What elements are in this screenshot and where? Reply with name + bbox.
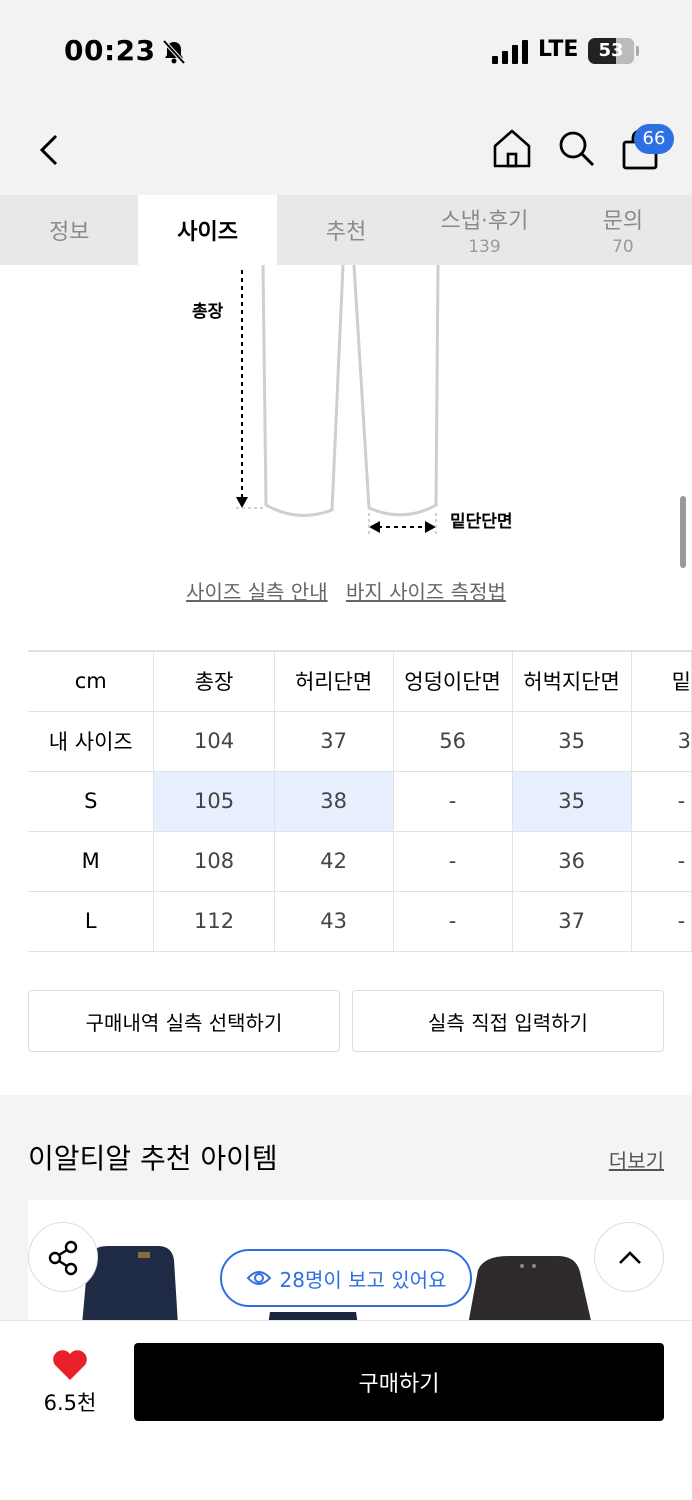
table-cell: 38 <box>274 771 394 832</box>
tab-size[interactable]: 사이즈 <box>138 195 277 265</box>
tab-inquiry[interactable]: 문의 70 <box>554 195 692 265</box>
table-header: cm <box>28 650 155 712</box>
tab-label: 정보 <box>48 220 90 245</box>
table-row: S 105 38 - 35 - <box>28 771 692 832</box>
tab-bar: 정보 사이즈 추천 스냅·후기 139 문의 70 <box>0 195 692 265</box>
table-cell: 56 <box>393 711 513 772</box>
pants-outline: 총장 밑단단면 <box>192 264 513 537</box>
buy-button[interactable]: 구매하기 <box>134 1343 664 1421</box>
measure-guide-link[interactable]: 바지 사이즈 측정법 <box>346 580 506 604</box>
table-cell: 3 <box>631 711 692 772</box>
table-row: L 112 43 - 37 - <box>28 891 692 952</box>
table-cell: 36 <box>512 831 632 892</box>
table-row: M 108 42 - 36 - <box>28 831 692 892</box>
actual-size-guide-link[interactable]: 사이즈 실측 안내 <box>186 580 328 604</box>
select-purchase-measurement-button[interactable]: 구매내역 실측 선택하기 <box>28 990 340 1052</box>
back-icon[interactable] <box>34 130 68 170</box>
nav-bar <box>0 100 692 195</box>
scroll-top-button[interactable] <box>594 1222 664 1292</box>
table-header-row: cm 총장 허리단면 엉덩이단면 허벅지단면 밑 <box>28 650 692 712</box>
table-row: 내 사이즈 104 37 56 35 3 <box>28 711 692 772</box>
table-cell: 35 <box>512 771 632 832</box>
tab-recommend[interactable]: 추천 <box>277 195 415 265</box>
table-cell: 104 <box>153 711 275 772</box>
table-cell: - <box>631 891 692 952</box>
table-cell: 43 <box>274 891 394 952</box>
table-cell: - <box>631 831 692 892</box>
share-icon <box>48 1240 78 1276</box>
pants-measurement-diagram: 총장 밑단단면 <box>0 264 692 555</box>
heart-icon[interactable] <box>52 1349 88 1381</box>
table-cell: - <box>393 831 513 892</box>
table-header: 총장 <box>153 650 275 712</box>
row-label: 내 사이즈 <box>28 711 155 772</box>
chevron-up-icon <box>619 1251 641 1264</box>
tab-label: 추천 <box>325 220 367 245</box>
tab-snap-review[interactable]: 스냅·후기 139 <box>415 195 553 265</box>
row-label: M <box>28 831 155 892</box>
table-header: 허벅지단면 <box>512 650 632 712</box>
table-cell: 42 <box>274 831 394 892</box>
home-icon[interactable] <box>490 126 534 170</box>
table-header: 허리단면 <box>274 650 394 712</box>
size-table: cm 총장 허리단면 엉덩이단면 허벅지단면 밑 내 사이즈 104 37 56… <box>28 650 692 952</box>
measurement-actions: 구매내역 실측 선택하기 실측 직접 입력하기 <box>28 990 664 1052</box>
length-label: 총장 <box>192 302 224 322</box>
status-time: 00:23 <box>64 34 156 67</box>
direct-input-measurement-button[interactable]: 실측 직접 입력하기 <box>352 990 664 1052</box>
like-count: 6.5천 <box>43 1391 97 1415</box>
tab-count: 139 <box>468 237 501 257</box>
scrollbar[interactable] <box>680 496 686 568</box>
table-cell: - <box>393 891 513 952</box>
viewer-count-pill: 28명이 보고 있어요 <box>220 1249 472 1307</box>
tab-label: 스냅·후기 <box>440 209 529 234</box>
table-cell: 108 <box>153 831 275 892</box>
battery-icon: 53 <box>588 38 639 64</box>
table-cell: 105 <box>153 771 275 832</box>
tab-count: 70 <box>612 237 634 257</box>
product-thumb-3[interactable] <box>468 1256 592 1325</box>
row-label: S <box>28 771 155 832</box>
signal-icon <box>492 40 528 64</box>
tab-label: 문의 <box>602 209 644 234</box>
hem-label: 밑단단면 <box>450 512 513 532</box>
status-bar: 00:23 LTE 53 <box>0 0 692 100</box>
table-cell: - <box>631 771 692 832</box>
bell-slash-icon <box>162 39 186 65</box>
battery-level: 53 <box>598 40 624 61</box>
tab-info[interactable]: 정보 <box>0 195 138 265</box>
share-button[interactable] <box>28 1222 98 1292</box>
table-header: 엉덩이단면 <box>393 650 513 712</box>
table-cell: 112 <box>153 891 275 952</box>
row-label: L <box>28 891 155 952</box>
tab-label: 사이즈 <box>177 220 238 245</box>
recommend-title: 이알티알 추천 아이템 <box>28 1142 278 1175</box>
table-cell: - <box>393 771 513 832</box>
size-guide-links: 사이즈 실측 안내 바지 사이즈 측정법 <box>0 576 692 605</box>
table-header: 밑 <box>631 650 692 712</box>
search-icon[interactable] <box>554 126 598 170</box>
table-cell: 35 <box>512 711 632 772</box>
cart-badge: 66 <box>634 124 674 154</box>
table-cell: 37 <box>274 711 394 772</box>
network-label: LTE <box>538 37 579 62</box>
bottom-purchase-bar: 6.5천 구매하기 <box>0 1320 692 1500</box>
more-link[interactable]: 더보기 <box>609 1145 664 1174</box>
table-cell: 37 <box>512 891 632 952</box>
eye-icon <box>246 1271 271 1285</box>
viewer-count-text: 28명이 보고 있어요 <box>279 1267 447 1292</box>
